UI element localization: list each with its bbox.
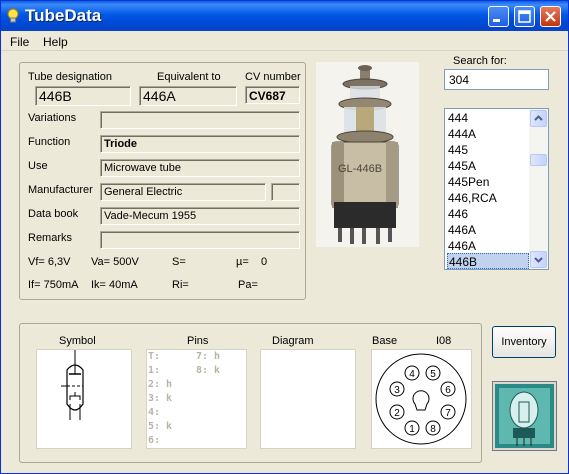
cv-label: CV number bbox=[245, 71, 301, 83]
pin-entry: 4: bbox=[148, 407, 161, 418]
base-pin-number: 8 bbox=[430, 424, 436, 435]
va-value: Va= 500V bbox=[91, 256, 139, 268]
menu-help[interactable]: Help bbox=[43, 35, 68, 49]
minimize-button[interactable] bbox=[488, 6, 509, 27]
pin-entry: 3: k bbox=[148, 393, 173, 404]
ri-value: Ri= bbox=[172, 279, 189, 291]
list-item[interactable]: 444A bbox=[447, 126, 529, 142]
symbol-panel bbox=[36, 349, 132, 449]
list-item[interactable]: 445A bbox=[447, 158, 529, 174]
tube-list[interactable]: 444 444A 445 445A 445Pen 446,RCA 446 446… bbox=[444, 108, 549, 270]
chevron-down-icon bbox=[534, 257, 543, 263]
databook-field[interactable]: Vade-Mecum 1955 bbox=[100, 207, 300, 225]
menu-bar: File Help bbox=[1, 31, 568, 51]
equivalent-field[interactable]: 446A bbox=[139, 86, 237, 106]
chevron-up-icon bbox=[534, 115, 543, 121]
scroll-up-button[interactable] bbox=[530, 110, 547, 127]
base-pin-number: 2 bbox=[394, 408, 400, 419]
remarks-field[interactable] bbox=[100, 231, 300, 249]
s-value: S= bbox=[172, 256, 186, 268]
window-title: TubeData bbox=[25, 6, 102, 25]
pins-label: Pins bbox=[187, 335, 209, 347]
mu-label: µ= bbox=[236, 256, 249, 268]
base-label: Base bbox=[372, 335, 398, 347]
pin-entry: 1: bbox=[148, 365, 161, 376]
pin-entry: T: bbox=[148, 351, 161, 362]
triode-symbol-icon bbox=[61, 350, 84, 420]
base-pin-number: 5 bbox=[430, 369, 436, 380]
base-pin-number: 1 bbox=[409, 424, 415, 435]
inventory-button[interactable]: Inventory bbox=[492, 326, 556, 358]
vf-value: Vf= 6,3V bbox=[28, 256, 71, 268]
base-pin-number: 7 bbox=[445, 408, 451, 419]
base-pin-number: 4 bbox=[409, 369, 415, 380]
list-item[interactable]: 446A bbox=[447, 238, 529, 254]
databook-label: Data book bbox=[28, 208, 79, 220]
manufacturer-field[interactable]: General Electric bbox=[100, 183, 266, 201]
diagram-panel bbox=[260, 349, 356, 449]
pin-entry: 2: h bbox=[148, 379, 173, 390]
pa-value: Pa= bbox=[238, 279, 258, 291]
pin-entry: 6: bbox=[148, 435, 161, 446]
pin-entry: 5: k bbox=[148, 421, 173, 432]
pin-entry: 8: k bbox=[196, 365, 221, 376]
variations-field[interactable] bbox=[100, 111, 300, 129]
use-label: Use bbox=[28, 160, 48, 172]
minimize-icon bbox=[493, 19, 500, 22]
maximize-button[interactable] bbox=[514, 6, 535, 27]
title-bar[interactable]: TubeData bbox=[1, 1, 568, 31]
manufacturer-extra-field[interactable] bbox=[271, 183, 300, 201]
base-panel: 1 2 3 4 5 6 7 8 bbox=[371, 349, 472, 449]
cv-field[interactable]: CV687 bbox=[245, 86, 300, 104]
menu-file[interactable]: File bbox=[10, 35, 29, 49]
manufacturer-label: Manufacturer bbox=[28, 184, 93, 196]
list-item[interactable]: 445 bbox=[447, 142, 529, 158]
remarks-label: Remarks bbox=[28, 232, 73, 244]
close-icon bbox=[545, 11, 556, 22]
pin-entry: 7: h bbox=[196, 351, 221, 362]
function-field[interactable]: Triode bbox=[100, 135, 300, 153]
list-item[interactable]: 446A bbox=[447, 222, 529, 238]
base-pin-number: 3 bbox=[394, 385, 400, 396]
mu-value: 0 bbox=[261, 256, 268, 268]
list-item[interactable]: 445Pen bbox=[447, 174, 529, 190]
tube-print-label: GL-446B bbox=[338, 163, 382, 175]
list-item[interactable]: 444 bbox=[447, 110, 529, 126]
search-input[interactable]: 304 bbox=[444, 69, 549, 90]
main-window: TubeData File Help Tube designation Equi… bbox=[0, 0, 569, 474]
maximize-icon bbox=[518, 10, 531, 23]
variations-label: Variations bbox=[28, 112, 77, 124]
base-pinout-icon: 1 2 3 4 5 6 7 8 bbox=[375, 353, 467, 445]
scroll-thumb[interactable] bbox=[530, 154, 547, 166]
base-pin-number: 6 bbox=[445, 385, 451, 396]
equivalent-label: Equivalent to bbox=[157, 71, 221, 83]
designation-field[interactable]: 446B bbox=[35, 86, 131, 106]
designation-label: Tube designation bbox=[28, 71, 112, 83]
tube-photo: GL-446B bbox=[316, 62, 419, 247]
close-button[interactable] bbox=[540, 6, 561, 27]
list-item[interactable]: 446,RCA bbox=[447, 190, 529, 206]
diagram-label: Diagram bbox=[272, 335, 314, 347]
base-type: I08 bbox=[436, 335, 452, 347]
ik-value: Ik= 40mA bbox=[91, 279, 138, 291]
list-item-selected[interactable]: 446B bbox=[447, 253, 529, 269]
bulb-icon bbox=[7, 8, 19, 23]
app-logo bbox=[492, 381, 557, 451]
list-item[interactable]: 446 bbox=[447, 206, 529, 222]
if-value: If= 750mA bbox=[28, 279, 79, 291]
function-label: Function bbox=[28, 136, 71, 148]
scroll-down-button[interactable] bbox=[530, 251, 547, 268]
list-scrollbar[interactable] bbox=[529, 109, 548, 269]
search-label: Search for: bbox=[453, 55, 507, 67]
symbol-label: Symbol bbox=[59, 335, 96, 347]
use-field[interactable]: Microwave tube bbox=[100, 159, 300, 177]
